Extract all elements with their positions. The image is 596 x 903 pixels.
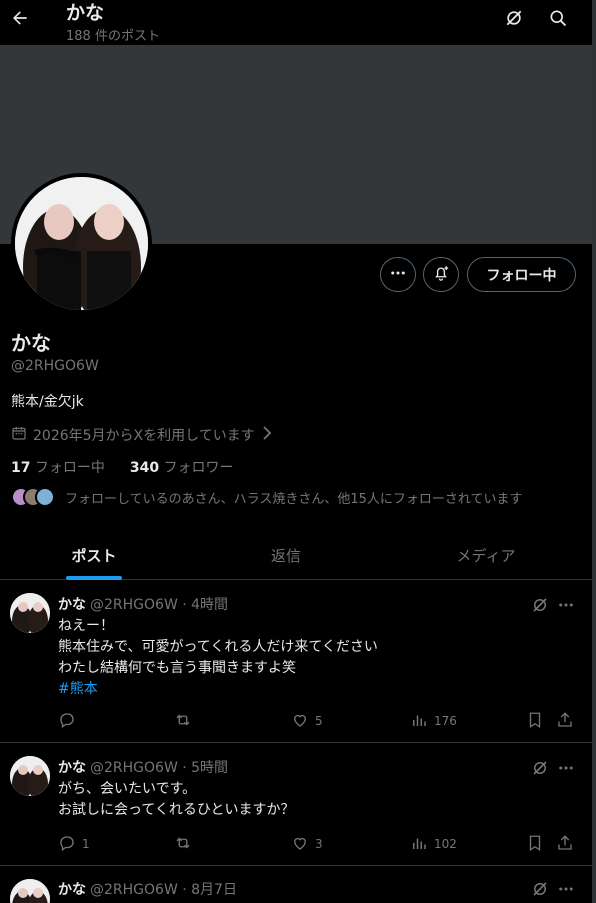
top-bar: かな 188 件のポスト [0, 0, 592, 44]
calendar-icon [11, 425, 27, 445]
followed-by-text: フォローしているのあさん、ハラス焼きさん、他15人にフォローされています [65, 491, 523, 507]
views-icon [410, 834, 428, 855]
bookmark-icon [526, 834, 544, 855]
tab-media[interactable]: メディア [384, 530, 588, 580]
joined-date[interactable]: 2026年5月からXを利用しています [11, 425, 273, 445]
views-button[interactable]: 176 [410, 710, 457, 732]
page-title: かな [66, 2, 105, 24]
profile-bio: 熊本/金欠jk [11, 394, 84, 410]
post-author[interactable]: かな [58, 882, 86, 898]
post-actions: 1 3 102 [58, 833, 578, 855]
follow-button[interactable]: フォロー中 [467, 257, 576, 292]
post-count: 188 件のポスト [66, 29, 160, 44]
notify-button[interactable] [423, 257, 459, 292]
scrollbar-track[interactable] [592, 0, 596, 903]
like-icon [291, 711, 309, 732]
back-arrow-icon[interactable] [8, 4, 32, 32]
share-icon [556, 711, 574, 732]
views-button[interactable]: 102 [410, 833, 457, 855]
post-item[interactable]: かな @2RHGO6W · 5時間 がち、会いたいです。 お試しに会ってくれるひと… [0, 744, 592, 866]
reply-button[interactable] [58, 710, 82, 732]
post-text: がち、会いたいです。 お試しに会ってくれるひといますか？ [58, 781, 295, 818]
repost-icon [174, 711, 192, 732]
avatar[interactable] [10, 879, 50, 903]
joined-text: 2026年5月からXを利用しています [33, 428, 255, 444]
more-icon [389, 264, 407, 286]
avatar[interactable] [10, 756, 50, 796]
tab-posts[interactable]: ポスト [0, 530, 188, 580]
followed-by[interactable]: フォローしているのあさん、ハラス焼きさん、他15人にフォローされています [11, 487, 523, 507]
profile-avatar[interactable] [11, 173, 152, 314]
reply-icon [58, 711, 76, 732]
share-icon [556, 834, 574, 855]
more-icon[interactable] [556, 758, 576, 778]
post-meta: @2RHGO6W · 5時間 [90, 760, 229, 776]
post-actions: 5 176 [58, 710, 578, 732]
repost-icon [174, 834, 192, 855]
followers-link[interactable]: 340 フォロワー [130, 460, 234, 476]
reply-button[interactable]: 1 [58, 833, 90, 855]
post-item[interactable]: かな @2RHGO6W · 4時間 ねえー！ 熊本住みで、可愛がってくれる人だけ来… [0, 581, 592, 743]
post-header: かな @2RHGO6W · 4時間 [58, 594, 228, 614]
post-header: かな @2RHGO6W · 5時間 [58, 757, 228, 777]
active-tab-indicator [66, 576, 122, 580]
chevron-right-icon [261, 426, 273, 444]
grok-icon[interactable] [530, 758, 550, 778]
more-icon[interactable] [556, 879, 576, 899]
like-button[interactable]: 5 [291, 710, 323, 732]
follow-stats: 17 フォロー中 340 フォロワー [11, 457, 234, 477]
grok-icon[interactable] [530, 879, 550, 899]
repost-button[interactable] [174, 833, 198, 855]
following-link[interactable]: 17 フォロー中 [11, 460, 105, 476]
post-author[interactable]: かな [58, 760, 86, 776]
profile-tabs: ポスト 返信 メディア [0, 530, 592, 580]
bell-plus-icon [432, 264, 450, 286]
like-button[interactable]: 3 [291, 833, 323, 855]
profile-name: かな [11, 331, 51, 355]
post-author[interactable]: かな [58, 597, 86, 613]
follower-avatar [35, 487, 55, 507]
bookmark-button[interactable] [526, 710, 544, 732]
grok-icon[interactable] [502, 6, 526, 30]
post-text: ねえー！ 熊本住みで、可愛がってくれる人だけ来てください わたし結構何でも言う事… [58, 616, 578, 700]
share-button[interactable] [556, 710, 574, 732]
like-icon [291, 834, 309, 855]
bookmark-button[interactable] [526, 833, 544, 855]
profile-handle: @2RHGO6W [11, 358, 99, 374]
share-button[interactable] [556, 833, 574, 855]
grok-icon[interactable] [530, 595, 550, 615]
search-icon[interactable] [546, 6, 570, 30]
post-meta: @2RHGO6W · 8月7日 [90, 882, 237, 898]
post-item[interactable]: かな @2RHGO6W · 8月7日 [0, 867, 592, 903]
more-icon[interactable] [556, 595, 576, 615]
post-header: かな @2RHGO6W · 8月7日 [58, 879, 237, 899]
hashtag-link[interactable]: #熊本 [58, 679, 578, 700]
avatar[interactable] [10, 593, 50, 633]
more-options-button[interactable] [380, 257, 416, 292]
post-meta: @2RHGO6W · 4時間 [90, 597, 229, 613]
bookmark-icon [526, 711, 544, 732]
tab-replies[interactable]: 返信 [188, 530, 384, 580]
views-icon [410, 711, 428, 732]
repost-button[interactable] [174, 710, 198, 732]
reply-icon [58, 834, 76, 855]
